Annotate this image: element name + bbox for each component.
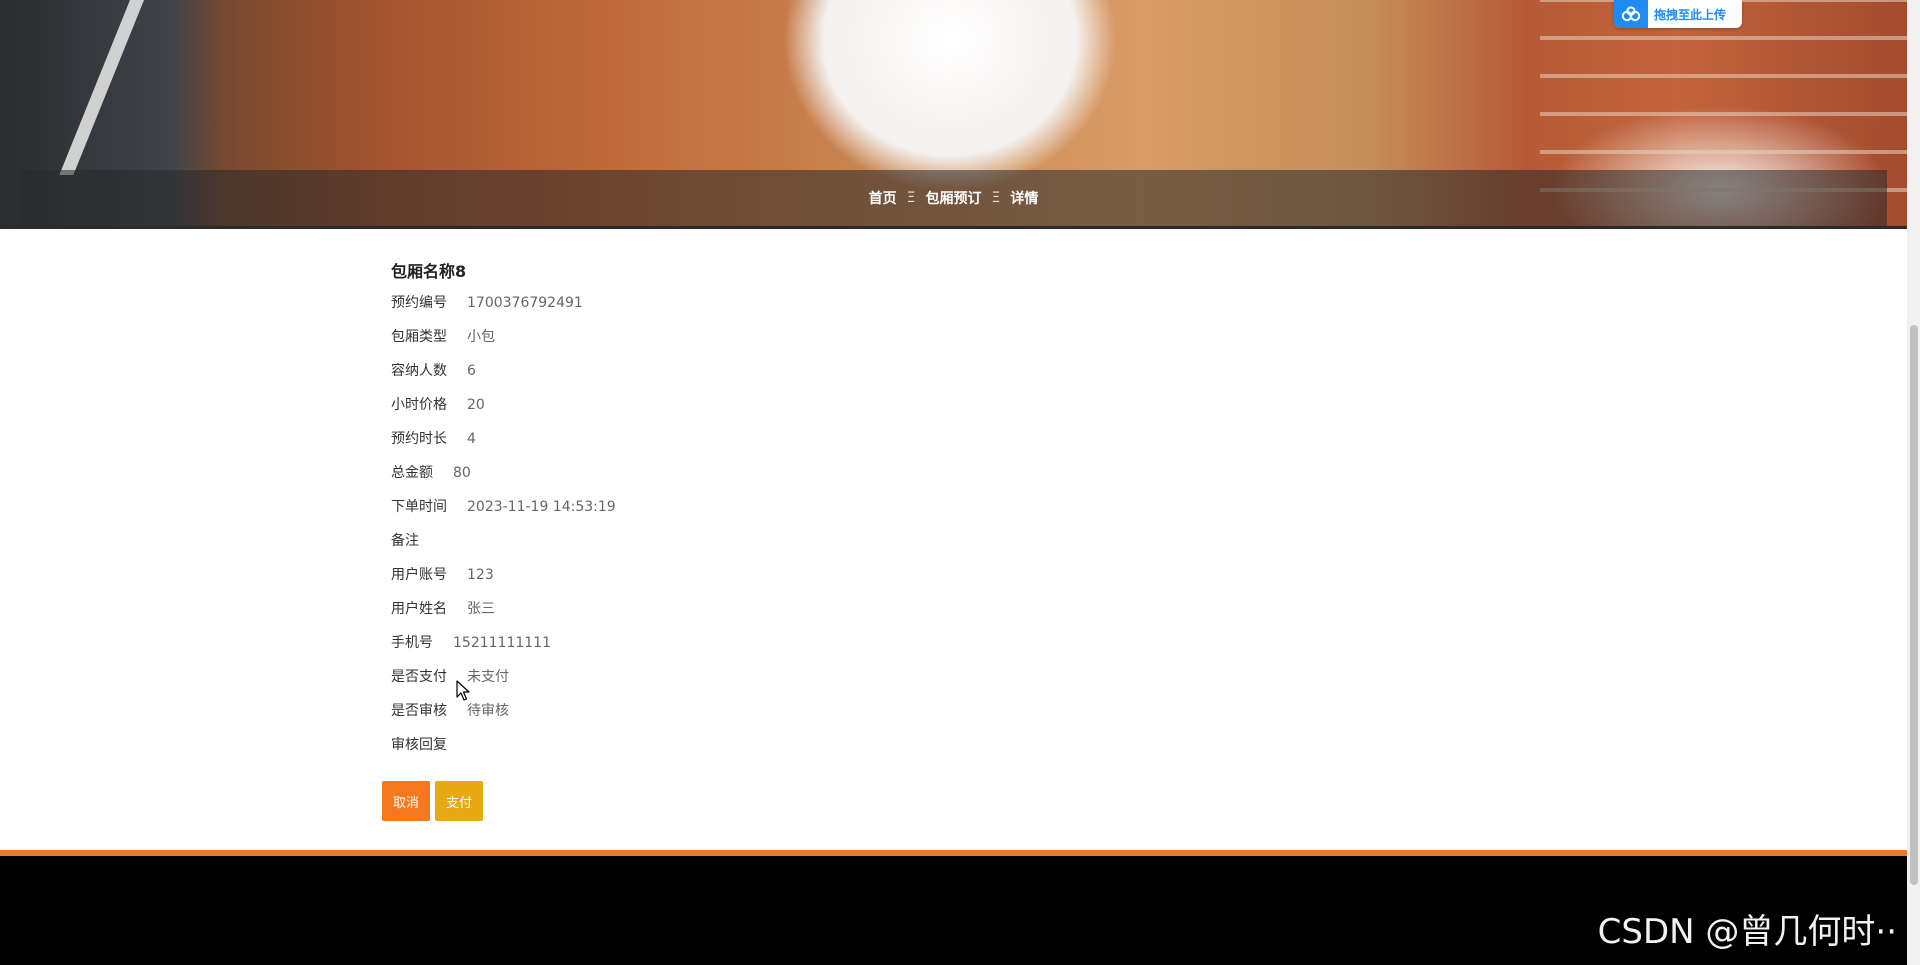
vertical-scrollbar[interactable] bbox=[1907, 0, 1920, 965]
detail-row: 小时价格 20 bbox=[391, 388, 616, 422]
detail-row: 用户账号 123 bbox=[391, 558, 616, 592]
detail-value: 小包 bbox=[467, 329, 495, 345]
detail-value: 20 bbox=[467, 397, 485, 413]
detail-row: 总金额 80 bbox=[391, 456, 616, 490]
detail-label: 手机号 bbox=[391, 635, 433, 651]
detail-value: 未支付 bbox=[467, 669, 509, 685]
detail-label: 是否审核 bbox=[391, 703, 447, 719]
cloud-upload-icon bbox=[1614, 0, 1648, 28]
hero-banner: 首页 Ξ 包厢预订 Ξ 详情 bbox=[0, 0, 1907, 226]
breadcrumb-current: 详情 bbox=[1010, 191, 1039, 207]
detail-label: 容纳人数 bbox=[391, 363, 447, 379]
detail-row: 下单时间 2023-11-19 14:53:19 bbox=[391, 490, 616, 524]
detail-row: 预约时长 4 bbox=[391, 422, 616, 456]
footer: CSDN @曾几何时·· bbox=[0, 856, 1907, 965]
breadcrumb-separator: Ξ bbox=[906, 190, 916, 206]
detail-value: 123 bbox=[467, 567, 494, 583]
detail-value: 4 bbox=[467, 431, 476, 447]
detail-label: 小时价格 bbox=[391, 397, 447, 413]
upload-drop-label: 拖拽至此上传 bbox=[1654, 7, 1727, 22]
scrollbar-thumb[interactable] bbox=[1910, 325, 1918, 885]
detail-fields: 预约编号 1700376792491 包厢类型 小包容纳人数 6 小时价格 20 预约时长 4 总… bbox=[391, 286, 616, 762]
detail-label: 是否支付 bbox=[391, 669, 447, 685]
detail-label: 预约编号 bbox=[391, 295, 447, 311]
detail-value: 6 bbox=[467, 363, 476, 379]
detail-value: 张三 bbox=[467, 601, 495, 617]
detail-label: 总金额 bbox=[391, 465, 433, 481]
detail-label: 包厢类型 bbox=[391, 329, 447, 345]
watermark: CSDN @曾几何时·· bbox=[1597, 912, 1897, 952]
detail-row: 容纳人数 6 bbox=[391, 354, 616, 388]
detail-label: 备注 bbox=[391, 533, 419, 549]
cancel-button[interactable]: 取消 bbox=[382, 781, 430, 821]
detail-row: 包厢类型 小包 bbox=[391, 320, 616, 354]
booking-detail: 包厢名称8 预约编号 1700376792491 包厢类型 小包容纳人数 6 小时价格 20… bbox=[391, 258, 616, 762]
detail-label: 预约时长 bbox=[391, 431, 447, 447]
breadcrumb-section[interactable]: 包厢预订 bbox=[926, 188, 982, 208]
detail-row: 审核回复 bbox=[391, 728, 616, 762]
action-bar: 取消 支付 bbox=[382, 781, 483, 821]
detail-label: 用户姓名 bbox=[391, 601, 447, 617]
detail-label: 用户账号 bbox=[391, 567, 447, 583]
page: 首页 Ξ 包厢预订 Ξ 详情 拖拽至此上传 包厢名称8 预约编号 17003767… bbox=[0, 0, 1920, 965]
breadcrumb-home[interactable]: 首页 bbox=[869, 188, 897, 208]
upload-drop-widget[interactable]: 拖拽至此上传 bbox=[1614, 0, 1742, 28]
hero-chair-decoration bbox=[0, 0, 144, 175]
mouse-cursor-icon bbox=[456, 680, 470, 701]
detail-row: 用户姓名 张三 bbox=[391, 592, 616, 626]
detail-label: 审核回复 bbox=[391, 737, 447, 753]
detail-row: 是否审核 待审核 bbox=[391, 694, 616, 728]
detail-row: 手机号 15211111111 bbox=[391, 626, 616, 660]
breadcrumb: 首页 Ξ 包厢预订 Ξ 详情 bbox=[20, 170, 1887, 226]
detail-value: 待审核 bbox=[467, 703, 509, 719]
detail-row: 备注 bbox=[391, 524, 616, 558]
detail-value: 15211111111 bbox=[453, 635, 551, 651]
detail-label: 下单时间 bbox=[391, 499, 447, 515]
detail-value: 2023-11-19 14:53:19 bbox=[467, 499, 616, 515]
pay-button[interactable]: 支付 bbox=[435, 781, 483, 821]
room-title: 包厢名称8 bbox=[391, 262, 467, 281]
hero-divider bbox=[0, 226, 1907, 229]
detail-value: 1700376792491 bbox=[467, 295, 583, 311]
breadcrumb-separator: Ξ bbox=[991, 190, 1001, 206]
detail-value: 80 bbox=[453, 465, 471, 481]
detail-row: 是否支付 未支付 bbox=[391, 660, 616, 694]
detail-row: 预约编号 1700376792491 bbox=[391, 286, 616, 320]
